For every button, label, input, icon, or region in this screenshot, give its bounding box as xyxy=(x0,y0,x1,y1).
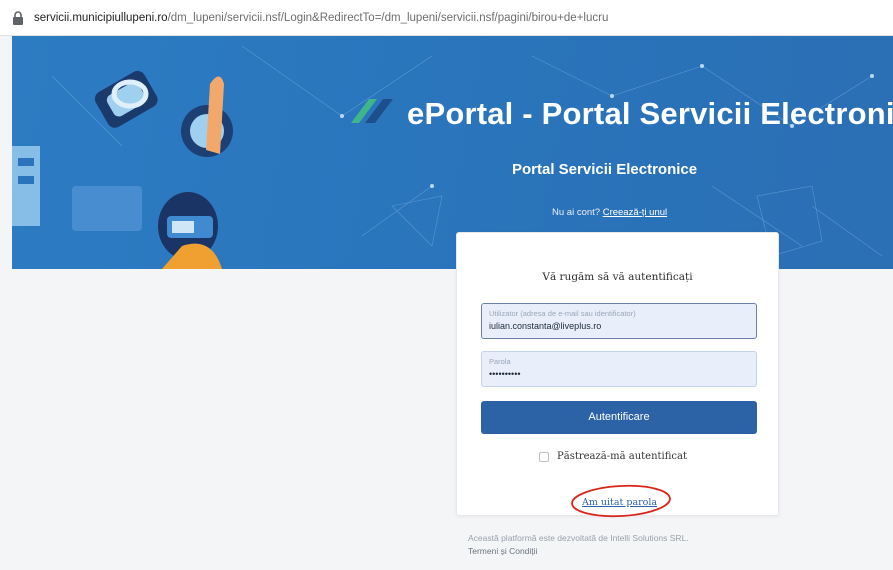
login-card: Vă rugăm să vă autentificați Utilizator … xyxy=(456,232,779,518)
remember-me-checkbox[interactable] xyxy=(539,451,549,462)
remember-me-option[interactable]: Păstrează-mă autentificat xyxy=(539,451,687,462)
password-field[interactable]: Parola •••••••••• xyxy=(481,351,757,387)
terms-link[interactable]: Termeni și Condiții xyxy=(468,546,537,556)
eportal-logo-icon xyxy=(351,99,393,123)
url-path: /dm_lupeni/servicii.nsf/Login&RedirectTo… xyxy=(167,11,609,24)
username-label: Utilizator (adresa de e-mail sau identif… xyxy=(489,309,636,318)
username-input[interactable] xyxy=(489,321,749,331)
url-text: servicii.municipiullupeni.ro/dm_lupeni/s… xyxy=(34,12,608,24)
lock-icon xyxy=(13,10,23,25)
password-input[interactable]: •••••••••• xyxy=(489,369,749,379)
brand-subtitle: Portal Servicii Electronice xyxy=(512,161,698,178)
no-account-prompt: Nu ai cont? Creează-ți unul xyxy=(552,207,667,218)
brand-title: ePortal - Portal Servicii Electronice xyxy=(407,96,893,131)
no-account-text: Nu ai cont? xyxy=(552,207,601,218)
forgot-password-link[interactable]: Am uitat parola xyxy=(582,497,657,508)
url-host: servicii.municipiullupeni.ro xyxy=(34,11,168,24)
address-bar[interactable]: servicii.municipiullupeni.ro/dm_lupeni/s… xyxy=(0,0,893,36)
create-account-link[interactable]: Creează-ți unul xyxy=(603,207,667,218)
password-label: Parola xyxy=(489,357,511,366)
footer-credit: Această platformă este dezvoltată de Int… xyxy=(468,533,689,543)
remember-me-label: Păstrează-mă autentificat xyxy=(557,451,687,462)
login-title: Vă rugăm să vă autentificați xyxy=(542,271,693,283)
login-button[interactable]: Autentificare xyxy=(481,401,757,434)
username-field[interactable]: Utilizator (adresa de e-mail sau identif… xyxy=(481,303,757,339)
page-footer: Această platformă este dezvoltată de Int… xyxy=(468,532,689,558)
